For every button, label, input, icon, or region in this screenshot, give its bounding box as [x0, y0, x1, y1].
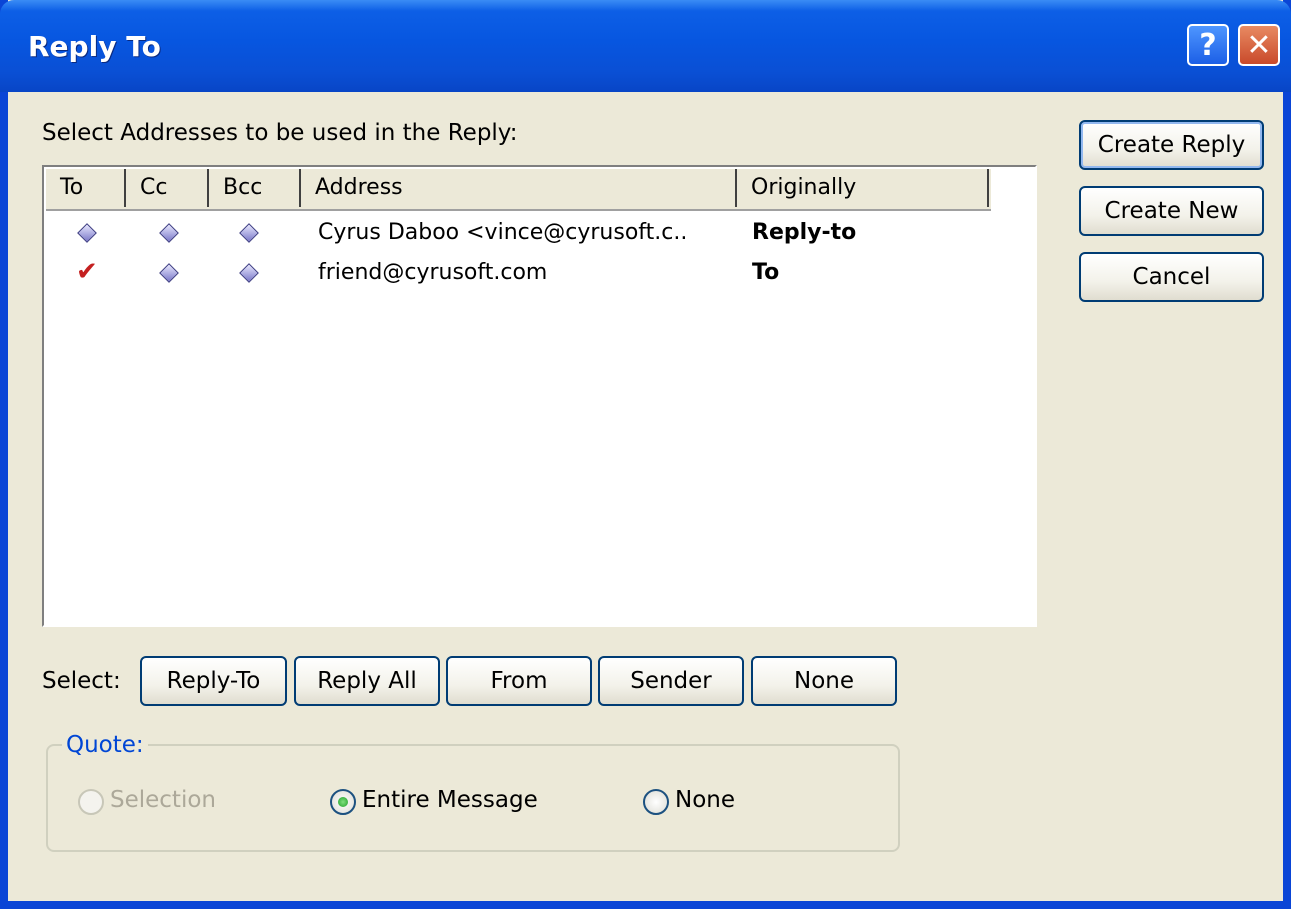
help-icon: ? [1199, 27, 1217, 63]
originally-cell: To [752, 260, 780, 285]
help-button[interactable]: ? [1187, 24, 1229, 66]
table-row[interactable]: Cyrus Daboo <vince@cyrusoft.c.. Reply-to [46, 213, 1031, 253]
list-body: Cyrus Daboo <vince@cyrusoft.c.. Reply-to… [46, 213, 1035, 625]
quote-entire-message-radio[interactable] [330, 789, 356, 815]
column-header-originally[interactable]: Originally [737, 169, 989, 207]
create-new-button[interactable]: Create New [1079, 186, 1264, 236]
column-header-address[interactable]: Address [301, 169, 737, 207]
quote-none-radio[interactable] [643, 789, 669, 815]
select-from-button[interactable]: From [446, 656, 592, 706]
list-header: To Cc Bcc Address Originally [46, 169, 991, 211]
select-none-button[interactable]: None [751, 656, 897, 706]
column-header-bcc[interactable]: Bcc [209, 169, 301, 207]
address-cell: Cyrus Daboo <vince@cyrusoft.c.. [318, 220, 688, 245]
cancel-button[interactable]: Cancel [1079, 252, 1264, 302]
bcc-toggle-diamond-icon[interactable] [239, 263, 259, 283]
radio-selected-dot-icon [338, 797, 348, 807]
create-reply-button[interactable]: Create Reply [1079, 120, 1264, 170]
select-reply-to-button[interactable]: Reply-To [140, 656, 287, 706]
select-reply-all-button[interactable]: Reply All [294, 656, 440, 706]
to-checked-icon[interactable]: ✔ [76, 257, 98, 287]
cc-toggle-diamond-icon[interactable] [159, 263, 179, 283]
quote-group-title: Quote: [62, 732, 148, 758]
close-icon: ✕ [1246, 27, 1272, 63]
close-button[interactable]: ✕ [1238, 24, 1280, 66]
window-title: Reply To [28, 30, 161, 63]
column-header-cc[interactable]: Cc [126, 169, 209, 207]
select-label: Select: [42, 668, 121, 694]
to-toggle-diamond-icon[interactable] [77, 223, 97, 243]
cc-toggle-diamond-icon[interactable] [159, 223, 179, 243]
title-bar: Reply To ? ✕ [0, 0, 1291, 92]
bcc-toggle-diamond-icon[interactable] [239, 223, 259, 243]
table-row[interactable]: ✔ friend@cyrusoft.com To [46, 253, 1031, 293]
quote-selection-label: Selection [110, 787, 216, 813]
originally-cell: Reply-to [752, 220, 857, 245]
column-header-to[interactable]: To [46, 169, 126, 207]
instruction-label: Select Addresses to be used in the Reply… [42, 120, 518, 146]
quote-none-label[interactable]: None [675, 787, 735, 813]
select-sender-button[interactable]: Sender [598, 656, 744, 706]
address-cell: friend@cyrusoft.com [318, 260, 548, 285]
address-list[interactable]: To Cc Bcc Address Originally Cyrus Daboo… [42, 165, 1037, 627]
quote-entire-message-label[interactable]: Entire Message [362, 787, 538, 813]
quote-selection-radio [78, 789, 104, 815]
